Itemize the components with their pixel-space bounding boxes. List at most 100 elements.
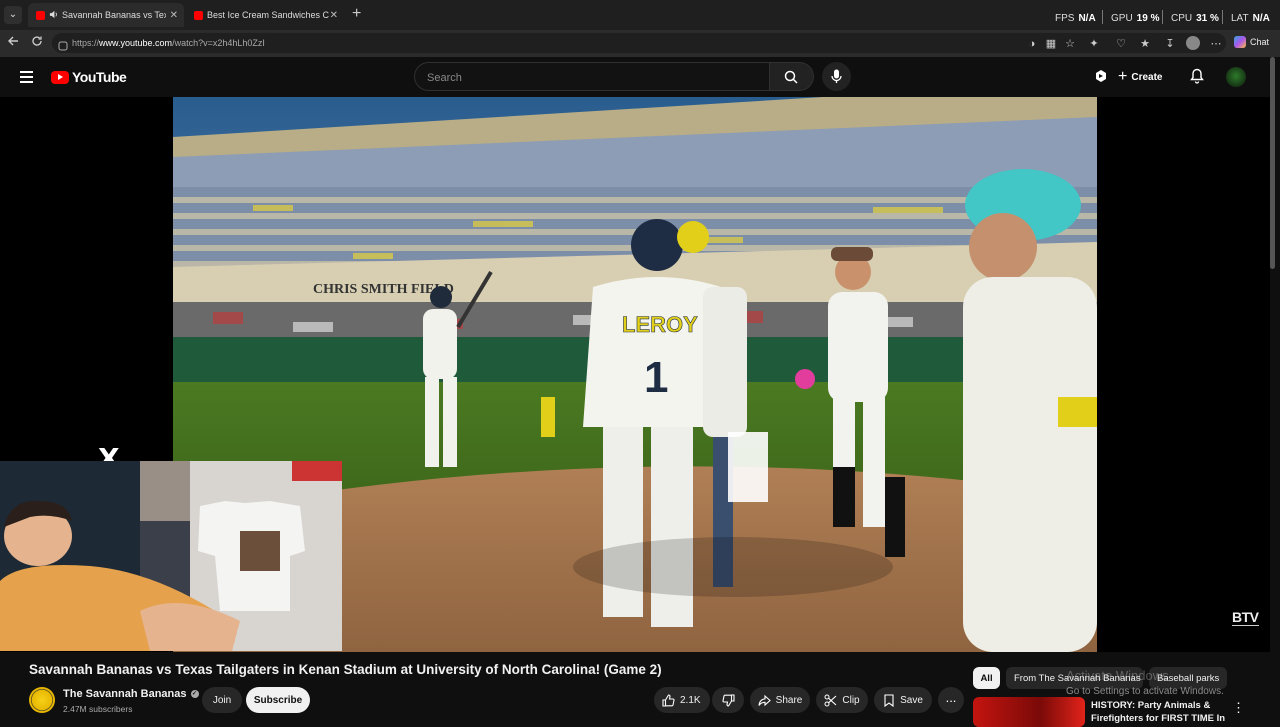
thumbs-up-icon	[662, 693, 675, 707]
share-arrow-icon	[758, 694, 771, 706]
search-button[interactable]	[770, 62, 814, 91]
lat-value: N/A	[1252, 13, 1270, 24]
activate-windows-subtext: Go to Settings to activate Windows.	[1066, 686, 1224, 697]
gpu-value: 19 %	[1136, 13, 1160, 24]
like-count: 2.1K	[680, 694, 701, 706]
channel-name-link[interactable]: The Savannah Bananas ✓	[63, 688, 199, 700]
lat-label: LAT	[1231, 13, 1249, 24]
channel-name: The Savannah Bananas	[63, 688, 187, 700]
chip-all[interactable]: All	[973, 667, 1000, 689]
notifications-bell-icon[interactable]	[1190, 68, 1204, 89]
account-avatar[interactable]	[1226, 67, 1246, 87]
back-arrow-icon[interactable]	[7, 35, 19, 51]
hud-divider	[1222, 10, 1223, 24]
premium-gem-icon[interactable]	[1094, 69, 1108, 88]
reload-icon[interactable]	[31, 35, 43, 51]
save-button[interactable]: Save	[874, 687, 932, 713]
channel-avatar[interactable]	[29, 687, 55, 713]
search-box	[414, 62, 770, 91]
copilot-icon	[1234, 36, 1246, 48]
tab-title: Savannah Bananas vs Texas Tailgaters in …	[62, 10, 166, 20]
hud-divider	[1162, 10, 1163, 24]
create-label: Create	[1131, 71, 1163, 83]
close-tab-icon[interactable]: ✕	[330, 10, 338, 21]
share-button[interactable]: Share	[750, 687, 810, 713]
tab-title: Best Ice Cream Sandwiches Compilation	[207, 10, 329, 20]
clip-button[interactable]: Clip	[816, 687, 868, 713]
recommended-title[interactable]: HISTORY: Party Animals & Firefighters fo…	[1091, 699, 1231, 725]
thumbs-down-icon	[721, 693, 735, 707]
url-path: /watch?v=x2h4hLh0ZzI	[172, 38, 265, 48]
dislike-button[interactable]	[712, 687, 744, 713]
browser-tab-strip: ⌄ Savannah Bananas vs Texas Tailgaters i…	[0, 0, 1280, 30]
youtube-wordmark: YouTube	[72, 69, 127, 85]
save-label: Save	[900, 694, 923, 706]
reader-view-icon[interactable]: ▦	[1045, 38, 1057, 50]
youtube-masthead: YouTube + Create	[0, 57, 1280, 97]
recommended-thumbnail[interactable]	[973, 697, 1085, 727]
tab-savannah-bananas[interactable]: Savannah Bananas vs Texas Tailgaters in …	[28, 3, 184, 27]
menu-hamburger-icon[interactable]	[20, 71, 33, 86]
verified-badge-icon: ✓	[190, 690, 199, 698]
recommended-more-icon[interactable]: ⋮	[1232, 700, 1245, 716]
share-label: Share	[775, 694, 803, 706]
speaker-icon[interactable]	[49, 10, 58, 21]
gpu-label: GPU	[1111, 13, 1133, 24]
more-options-icon[interactable]: ⋯	[1210, 38, 1222, 50]
tab-ice-cream-sandwiches[interactable]: Best Ice Cream Sandwiches Compilation ✕	[186, 3, 344, 27]
streamer-webcam-overlay	[0, 461, 342, 651]
jersey-number-text: 1	[644, 353, 668, 402]
video-title: Savannah Bananas vs Texas Tailgaters in …	[29, 662, 662, 677]
profile-avatar-icon[interactable]	[1186, 36, 1200, 50]
clip-label: Clip	[842, 694, 860, 706]
create-button[interactable]: + Create	[1118, 67, 1162, 87]
search-input[interactable]	[425, 71, 729, 85]
search-icon	[784, 70, 798, 84]
fps-readout: FPS N/A	[1055, 13, 1096, 24]
extensions-puzzle-icon[interactable]: ✦	[1088, 38, 1100, 50]
webcam-image	[0, 461, 342, 651]
subscribe-label: Subscribe	[253, 694, 303, 706]
close-tab-icon[interactable]: ✕	[170, 10, 178, 21]
cpu-readout: CPU 31 %	[1171, 13, 1219, 24]
favorite-star-icon[interactable]: ☆	[1064, 38, 1076, 50]
site-info-icon[interactable]	[58, 38, 68, 56]
scissors-icon	[824, 694, 837, 706]
subscriber-count: 2.47M subscribers	[63, 704, 133, 714]
lat-readout: LAT N/A	[1231, 13, 1270, 24]
url-prefix: https://	[72, 38, 100, 48]
translate-icon[interactable]: ◑	[1026, 38, 1038, 50]
gpu-readout: GPU 19 %	[1111, 13, 1159, 24]
page-scrollbar[interactable]	[1270, 57, 1275, 269]
plus-icon: +	[1118, 68, 1128, 85]
jersey-name-text: LEROY	[622, 312, 698, 337]
tab-actions-menu-button[interactable]: ⌄	[4, 6, 22, 24]
fps-value: N/A	[1078, 13, 1096, 24]
url-host: www.youtube.com	[99, 38, 173, 48]
new-tab-button[interactable]: +	[352, 6, 361, 22]
voice-search-button[interactable]	[822, 62, 851, 91]
like-button[interactable]: 2.1K	[654, 687, 710, 713]
favorites-list-icon[interactable]: ★	[1139, 38, 1151, 50]
chat-label: Chat	[1250, 37, 1270, 47]
youtube-play-icon	[51, 70, 69, 84]
fps-label: FPS	[1055, 13, 1075, 24]
subscribe-button[interactable]: Subscribe	[246, 687, 310, 713]
bookmark-icon	[884, 693, 894, 707]
browser-toolbar: https://www.youtube.com/watch?v=x2h4hLh0…	[0, 30, 1280, 57]
hud-divider	[1102, 10, 1103, 24]
join-button[interactable]: Join	[202, 687, 242, 713]
btv-watermark: BTV	[1232, 609, 1259, 626]
youtube-favicon-icon	[36, 10, 45, 20]
youtube-favicon-icon	[194, 10, 203, 20]
browser-essentials-icon[interactable]: ♡	[1115, 38, 1127, 50]
copilot-chat-button[interactable]: Chat	[1234, 36, 1269, 48]
cpu-value: 31 %	[1196, 13, 1219, 24]
activate-windows-watermark: Activate Windows	[1066, 668, 1169, 683]
youtube-logo[interactable]: YouTube	[51, 69, 127, 85]
cpu-label: CPU	[1171, 13, 1193, 24]
url-text[interactable]: https://www.youtube.com/watch?v=x2h4hLh0…	[72, 38, 265, 48]
more-actions-button[interactable]: ...	[938, 687, 964, 713]
downloads-icon[interactable]: ↧	[1164, 38, 1176, 50]
join-label: Join	[212, 694, 232, 706]
